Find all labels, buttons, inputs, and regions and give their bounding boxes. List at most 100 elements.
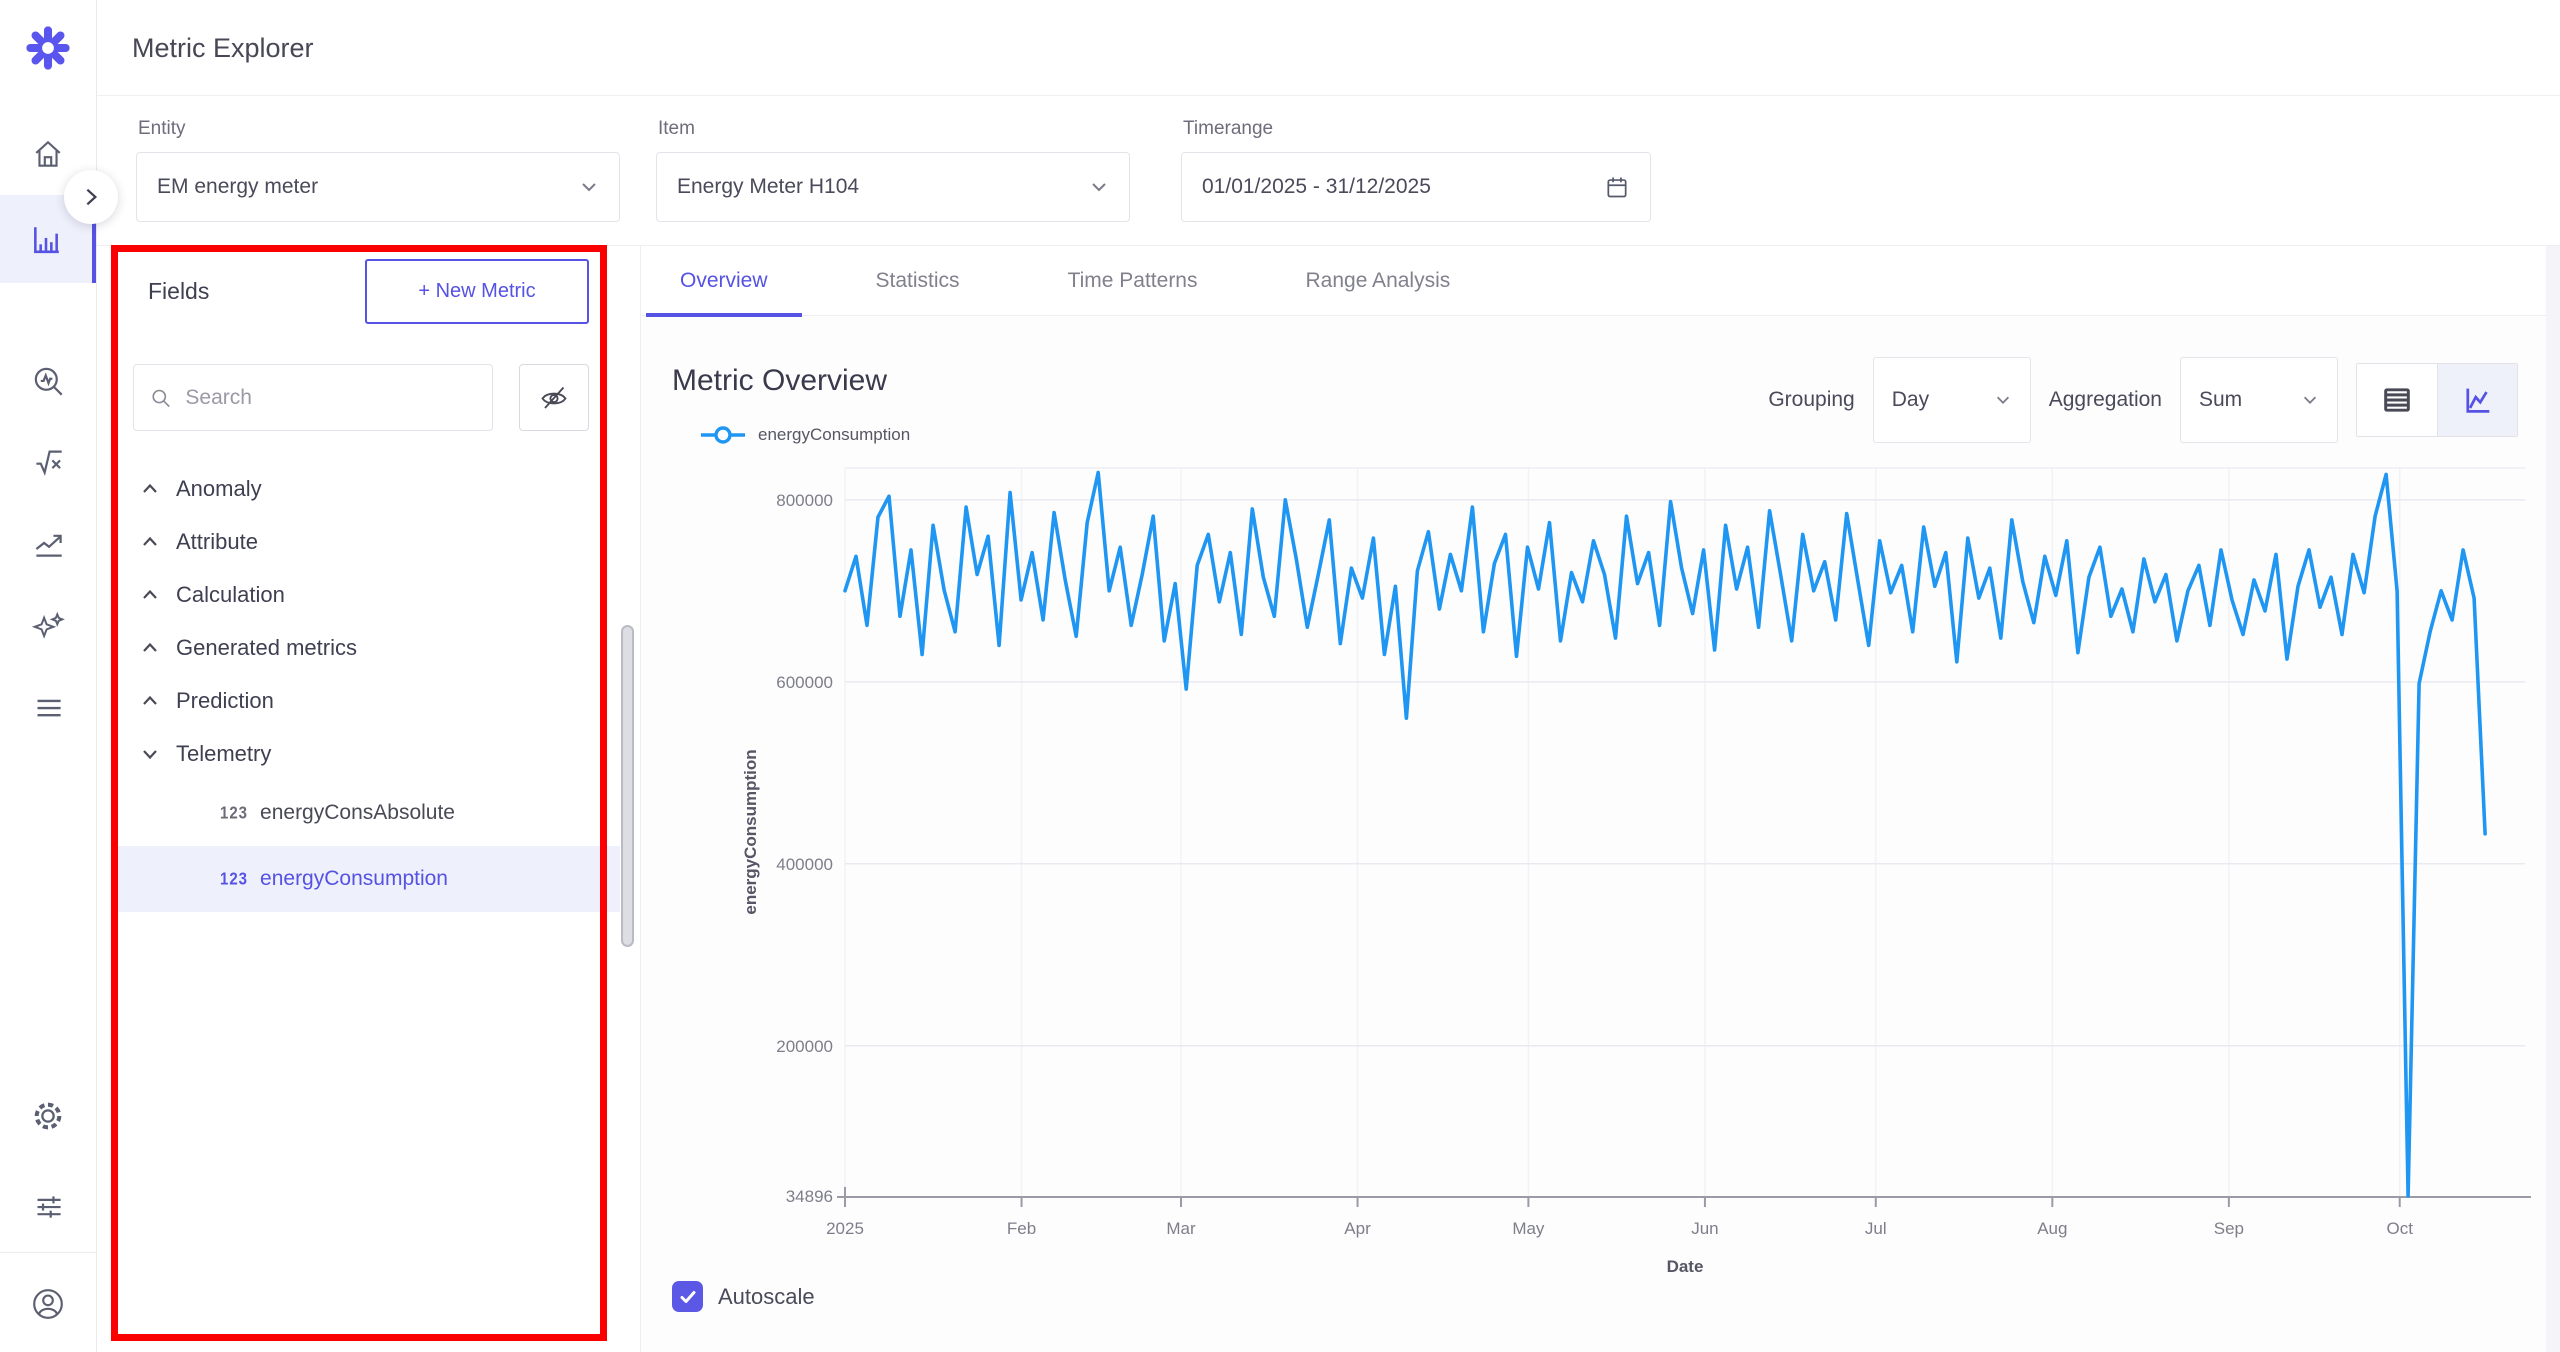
y-tick-label: 200000	[776, 1037, 833, 1056]
eye-off-icon	[539, 383, 569, 413]
chevron-up-icon	[140, 532, 160, 552]
numeric-field-icon: 123	[220, 869, 248, 889]
category-label: Prediction	[176, 688, 274, 714]
chevron-right-icon	[80, 186, 102, 208]
chevron-up-icon	[140, 691, 160, 711]
view-toggle-group	[2356, 363, 2518, 437]
sliders-icon	[32, 1190, 65, 1223]
sidebar-item-settings[interactable]	[0, 1084, 96, 1148]
y-tick-label: 600000	[776, 673, 833, 692]
autoscale-control[interactable]: Autoscale	[672, 1281, 815, 1312]
legend-item-energyConsumption[interactable]: energyConsumption	[700, 424, 910, 446]
item-select[interactable]: Energy Meter H104	[656, 152, 1130, 222]
field-category-anomaly[interactable]: Anomaly	[118, 462, 620, 515]
field-item-energyConsumption[interactable]: 123energyConsumption	[118, 846, 620, 912]
entity-select[interactable]: EM energy meter	[136, 152, 620, 222]
category-label: Telemetry	[176, 741, 271, 767]
timerange-input[interactable]: 01/01/2025 - 31/12/2025	[1181, 152, 1651, 222]
formula-icon	[32, 445, 65, 478]
category-label: Attribute	[176, 529, 258, 555]
new-metric-button[interactable]: + New Metric	[365, 259, 589, 324]
tab-time-patterns[interactable]: Time Patterns	[1034, 246, 1232, 316]
anomaly-search-icon	[32, 365, 65, 398]
app-logo[interactable]	[0, 0, 97, 96]
sidebar-item-trends[interactable]	[0, 511, 96, 575]
y-tick-label: 400000	[776, 855, 833, 874]
search-input[interactable]	[185, 386, 476, 410]
bar-chart-icon	[30, 223, 62, 255]
entity-label: Entity	[138, 118, 186, 140]
category-label: Generated metrics	[176, 635, 357, 661]
field-category-list: Anomaly Attribute Calculation Generated met…	[118, 462, 620, 912]
sidebar-item-calculations[interactable]	[0, 429, 96, 493]
page-title: Metric Explorer	[132, 0, 314, 96]
sidebar-divider	[0, 1252, 96, 1253]
x-tick-label: Aug	[2037, 1219, 2067, 1238]
category-label: Anomaly	[176, 476, 262, 502]
x-tick-label: Jun	[1691, 1219, 1718, 1238]
table-view-button[interactable]	[2357, 364, 2437, 436]
autoscale-label: Autoscale	[718, 1284, 815, 1310]
x-tick-label: Mar	[1166, 1219, 1196, 1238]
entity-value: EM energy meter	[157, 175, 579, 199]
sidebar-expand-button[interactable]	[64, 170, 118, 224]
sidebar-item-menu[interactable]	[0, 675, 96, 739]
energyConsumption-line-series	[845, 473, 2485, 1197]
trend-icon	[32, 527, 65, 560]
chart-controls: Grouping Day Aggregation Sum	[1768, 357, 2518, 443]
fields-scrollbar-thumb[interactable]	[621, 625, 634, 947]
grouping-label: Grouping	[1768, 388, 1854, 412]
aggregation-select[interactable]: Sum	[2180, 357, 2338, 443]
field-item-energyConsAbsolute[interactable]: 123energyConsAbsolute	[118, 780, 620, 846]
field-category-generated-metrics[interactable]: Generated metrics	[118, 621, 620, 674]
sidebar-item-ai-insights[interactable]	[0, 594, 96, 658]
sparkles-icon	[32, 610, 65, 643]
field-category-prediction[interactable]: Prediction	[118, 674, 620, 727]
y-tick-label: 800000	[776, 491, 833, 510]
chevron-up-icon	[140, 479, 160, 499]
home-icon	[32, 138, 64, 170]
numeric-field-icon: 123	[220, 803, 248, 823]
aggregation-value: Sum	[2199, 388, 2242, 412]
chart-view-button[interactable]	[2437, 364, 2517, 436]
autoscale-checkbox[interactable]	[672, 1281, 703, 1312]
item-label: Item	[658, 118, 695, 140]
x-tick-label: Sep	[2214, 1219, 2244, 1238]
x-axis-title: Date	[1667, 1257, 1704, 1276]
tab-range-analysis[interactable]: Range Analysis	[1272, 246, 1485, 316]
field-search[interactable]	[133, 364, 493, 431]
x-tick-label: 2025	[826, 1219, 864, 1238]
category-label: Calculation	[176, 582, 285, 608]
chevron-down-icon	[1994, 391, 2012, 409]
legend-label: energyConsumption	[758, 425, 910, 445]
top-bar: Metric Explorer	[0, 0, 2560, 96]
calendar-icon[interactable]	[1604, 174, 1630, 200]
search-icon	[150, 386, 171, 410]
legend-line-marker-icon	[700, 424, 746, 446]
sidebar	[0, 96, 97, 1352]
chevron-down-icon	[579, 177, 599, 197]
field-category-telemetry[interactable]: Telemetry	[118, 727, 620, 780]
sidebar-item-preferences[interactable]	[0, 1174, 96, 1238]
logo-burst-icon	[26, 26, 70, 70]
y-tick-label: 34896	[786, 1187, 833, 1206]
sidebar-item-anomaly-explorer[interactable]	[0, 349, 96, 413]
timerange-label: Timerange	[1183, 118, 1273, 140]
chevron-up-icon	[140, 585, 160, 605]
x-tick-label: Jul	[1865, 1219, 1887, 1238]
grouping-value: Day	[1892, 388, 1929, 412]
grouping-select[interactable]: Day	[1873, 357, 2031, 443]
sidebar-item-account[interactable]	[0, 1272, 96, 1336]
x-tick-label: May	[1512, 1219, 1545, 1238]
field-category-calculation[interactable]: Calculation	[118, 568, 620, 621]
item-value: Energy Meter H104	[677, 175, 1089, 199]
metric-line-chart: 800000600000400000200000348962025FebMarA…	[640, 450, 2560, 1280]
x-tick-label: Oct	[2386, 1219, 2413, 1238]
main-tabs: Overview Statistics Time Patterns Range Ana…	[646, 246, 1524, 316]
field-category-attribute[interactable]: Attribute	[118, 515, 620, 568]
menu-icon	[32, 691, 65, 724]
hide-empty-fields-button[interactable]	[519, 364, 589, 431]
settings-gear-icon	[31, 1099, 65, 1133]
tab-overview[interactable]: Overview	[646, 246, 802, 316]
tab-statistics[interactable]: Statistics	[842, 246, 994, 316]
